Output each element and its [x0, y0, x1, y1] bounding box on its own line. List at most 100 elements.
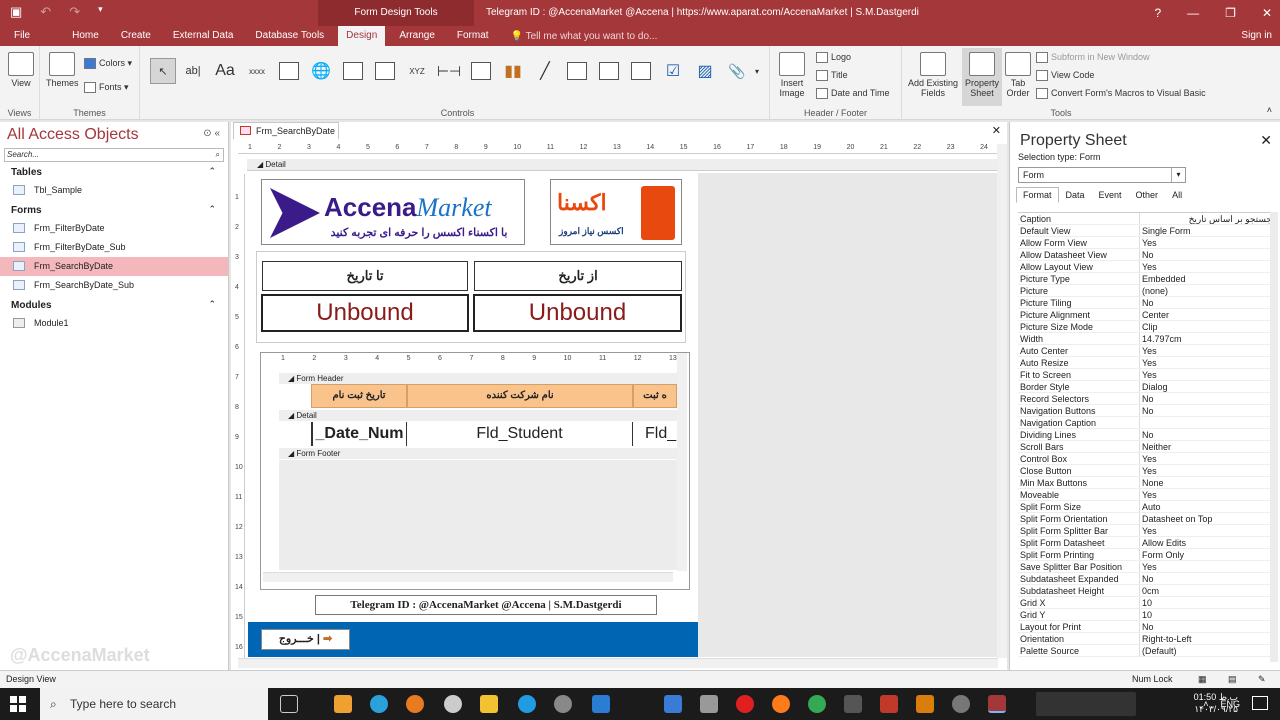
option-group-icon[interactable]: XYZ — [404, 58, 430, 84]
property-value[interactable]: 0cm — [1140, 585, 1272, 596]
nav-item-frm-searchbydate-sub[interactable]: Frm_SearchByDate_Sub — [0, 276, 228, 295]
property-row[interactable]: Palette Source (Default) — [1018, 645, 1272, 657]
from-date-field[interactable]: Unbound — [473, 294, 682, 332]
property-value[interactable]: Yes — [1140, 489, 1272, 500]
property-row[interactable]: Split Form Orientation Datasheet on Top — [1018, 513, 1272, 525]
controls-more-icon[interactable]: ▾ — [750, 58, 764, 84]
property-value[interactable]: 14.797cm — [1140, 333, 1272, 344]
property-value[interactable]: Dialog — [1140, 381, 1272, 392]
property-value[interactable]: Yes — [1140, 237, 1272, 248]
clock[interactable]: 01:50 ب.ظ ۱۴۰۳/۰۹/۲۵ — [1194, 691, 1238, 715]
property-row[interactable]: Orientation Right-to-Left — [1018, 633, 1272, 645]
property-row[interactable]: Record Selectors No — [1018, 393, 1272, 405]
chart-control-icon[interactable]: ▮▮ — [500, 58, 526, 84]
property-value[interactable]: Auto — [1140, 501, 1272, 512]
windows-start-icon[interactable] — [10, 696, 26, 712]
app-icon[interactable] — [554, 695, 572, 713]
property-value[interactable]: 10 — [1140, 609, 1272, 620]
property-row[interactable]: Auto Center Yes — [1018, 345, 1272, 357]
property-value[interactable]: جستجو بر اساس تاریخ — [1140, 213, 1272, 224]
header-cell-register[interactable]: ه ثبت — [633, 384, 677, 408]
restore-icon[interactable]: ❐ — [1225, 0, 1236, 26]
hyperlink-control-icon[interactable]: 🌐 — [308, 58, 334, 84]
title-button[interactable]: Title — [816, 70, 848, 82]
insert-image-button[interactable]: Insert Image — [774, 52, 810, 98]
from-date-label[interactable]: از تاریخ — [474, 261, 682, 291]
property-value[interactable]: Yes — [1140, 453, 1272, 464]
subform-control[interactable]: 1 2 3 4 5 6 7 8 9 10 11 12 13 ◢ Form Header تاریخ ثب… — [260, 352, 690, 590]
date-time-button[interactable]: Date and Time — [816, 88, 890, 100]
subform-form-footer-bar[interactable]: ◢ Form Footer — [279, 448, 677, 459]
property-row[interactable]: Navigation Caption — [1018, 417, 1272, 429]
property-value[interactable]: Single Form — [1140, 225, 1272, 236]
accena-office-logo[interactable]: اکسنا اکسس نیاز امروز — [550, 179, 682, 245]
store-icon[interactable] — [334, 695, 352, 713]
property-row[interactable]: Caption جستجو بر اساس تاریخ — [1018, 213, 1272, 225]
form-canvas[interactable]: AccenaMarket با اکسناء اکسس را حرفه ای ت… — [248, 173, 698, 657]
property-value[interactable]: Yes — [1140, 561, 1272, 572]
taskbar-search-input[interactable]: ⌕ Type here to search — [40, 688, 268, 720]
property-row[interactable]: Moveable Yes — [1018, 489, 1272, 501]
document-tab[interactable]: Frm_SearchByDate — [233, 122, 339, 139]
telegram-icon[interactable] — [370, 695, 388, 713]
property-value[interactable]: Datasheet on Top — [1140, 513, 1272, 524]
button-control-icon[interactable]: xxxx — [244, 58, 270, 84]
property-value[interactable]: Yes — [1140, 465, 1272, 476]
navigation-control-icon[interactable] — [372, 58, 398, 84]
property-row[interactable]: Split Form Printing Form Only — [1018, 549, 1272, 561]
property-scrollbar[interactable] — [1270, 212, 1278, 662]
convert-macros-button[interactable]: Convert Form's Macros to Visual Basic — [1036, 88, 1206, 100]
web-browser-control-icon[interactable] — [340, 58, 366, 84]
exit-button[interactable]: خـــروج | ➡ — [261, 629, 350, 650]
property-row[interactable]: Fit to Screen Yes — [1018, 369, 1272, 381]
shutter-bar-icon[interactable]: « — [214, 128, 220, 139]
prop-tab-data[interactable]: Data — [1059, 187, 1092, 203]
tab-file[interactable]: File — [6, 26, 38, 46]
property-value[interactable]: 10 — [1140, 597, 1272, 608]
app-icon[interactable] — [880, 695, 898, 713]
subform-new-window-button[interactable]: Subform in New Window — [1036, 52, 1150, 64]
property-row[interactable]: Save Splitter Bar Position Yes — [1018, 561, 1272, 573]
tab-order-button[interactable]: Tab Order — [1004, 52, 1032, 98]
redo-icon[interactable]: ↷ — [69, 4, 80, 20]
property-row[interactable]: Picture Type Embedded — [1018, 273, 1272, 285]
layout-view-icon[interactable]: ▤ — [1228, 671, 1237, 688]
property-row[interactable]: Layout for Print No — [1018, 621, 1272, 633]
subform-detail-bar[interactable]: ◢ Detail — [279, 410, 677, 421]
detail-section-bar[interactable]: ◢ Detail — [247, 159, 997, 171]
nav-item-tbl-sample[interactable]: Tbl_Sample — [0, 181, 228, 200]
app-icon[interactable] — [952, 695, 970, 713]
telegram-footer-label[interactable]: Telegram ID : @AccenaMarket @Accena | S.… — [315, 595, 657, 615]
property-row[interactable]: Subdatasheet Height 0cm — [1018, 585, 1272, 597]
view-button[interactable]: View — [7, 52, 35, 88]
property-row[interactable]: Auto Resize Yes — [1018, 357, 1272, 369]
tab-control-icon[interactable] — [276, 58, 302, 84]
image-control-icon[interactable]: ▨ — [692, 58, 718, 84]
property-value[interactable]: (Default) — [1140, 645, 1272, 656]
toggle-button-icon[interactable] — [564, 58, 590, 84]
property-row[interactable]: Picture Tiling No — [1018, 297, 1272, 309]
prop-tab-other[interactable]: Other — [1129, 187, 1166, 203]
colors-button[interactable]: Colors ▾ — [84, 58, 132, 70]
nav-search-input[interactable]: Search... ⌕ — [4, 148, 224, 162]
access-icon[interactable] — [988, 695, 1006, 713]
list-box-icon[interactable] — [596, 58, 622, 84]
task-view-icon[interactable] — [280, 695, 298, 713]
selection-dropdown[interactable]: Form ▾ — [1018, 167, 1186, 183]
to-date-label[interactable]: تا تاریخ — [262, 261, 468, 291]
property-row[interactable]: Allow Layout View Yes — [1018, 261, 1272, 273]
property-value[interactable]: No — [1140, 429, 1272, 440]
document-horizontal-scrollbar[interactable] — [238, 658, 998, 668]
header-cell-participant-name[interactable]: نام شرکت کننده — [407, 384, 633, 408]
property-value[interactable]: Right-to-Left — [1140, 633, 1272, 644]
tab-home[interactable]: Home — [64, 26, 107, 46]
property-row[interactable]: Picture Size Mode Clip — [1018, 321, 1272, 333]
property-value[interactable]: No — [1140, 573, 1272, 584]
select-pointer-icon[interactable]: ↖ — [150, 58, 176, 84]
property-row[interactable]: Width 14.797cm — [1018, 333, 1272, 345]
property-value[interactable]: Center — [1140, 309, 1272, 320]
property-value[interactable] — [1140, 417, 1272, 428]
field-date-num[interactable]: _Date_Num — [311, 422, 407, 446]
property-row[interactable]: Navigation Buttons No — [1018, 405, 1272, 417]
save-icon[interactable]: ▣ — [10, 4, 22, 20]
